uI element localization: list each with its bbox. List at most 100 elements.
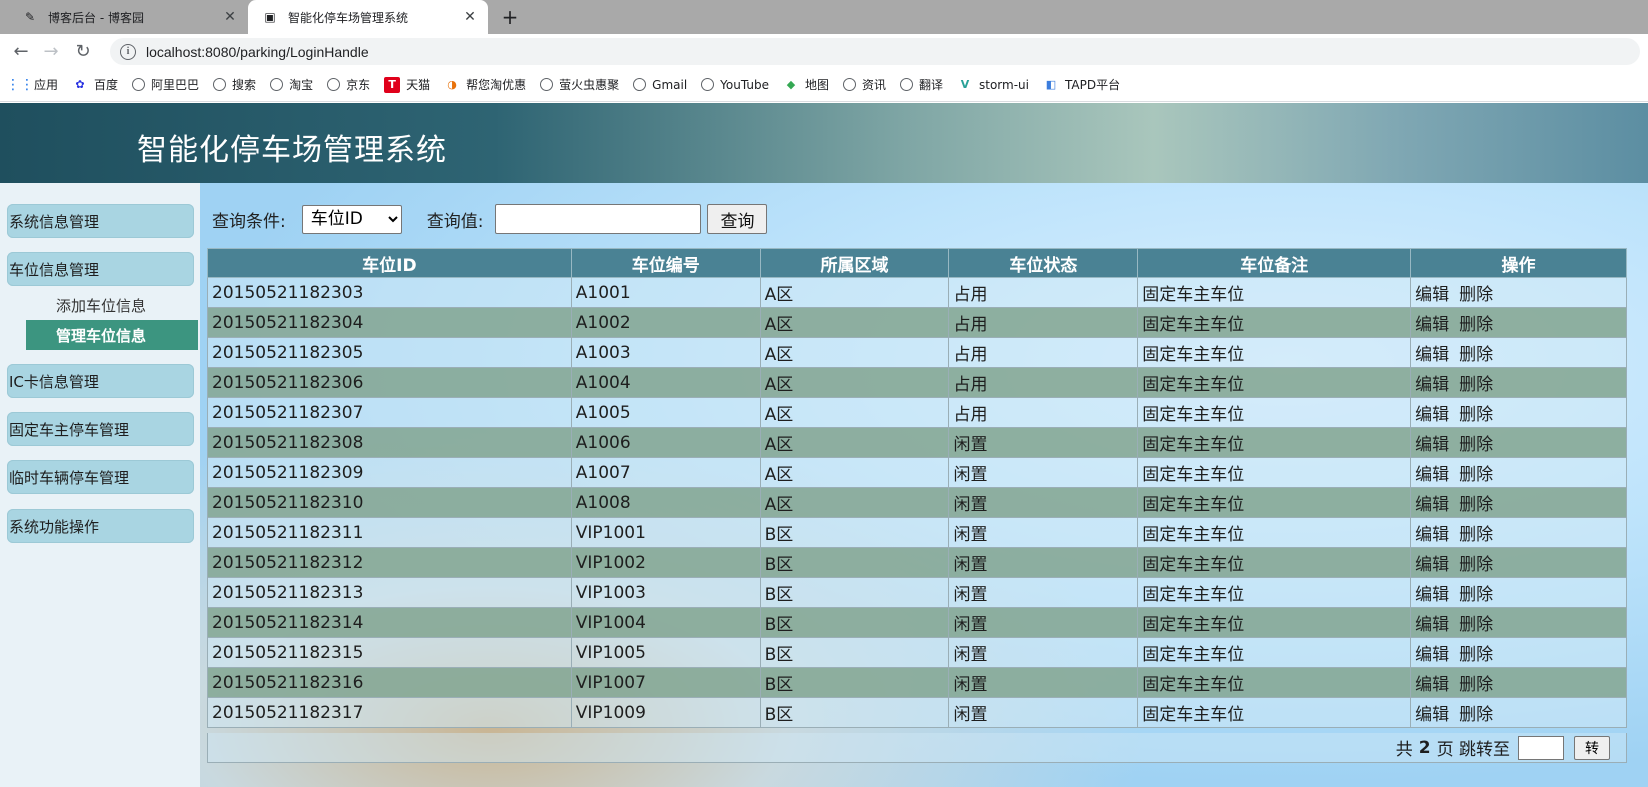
table-cell: VIP1009: [570, 697, 761, 728]
edit-link[interactable]: 编辑: [1415, 705, 1449, 725]
edit-link[interactable]: 编辑: [1415, 555, 1449, 575]
back-arrow-icon[interactable]: ←: [10, 40, 32, 62]
browser-tab-parking[interactable]: ▣ 智能化停车场管理系统 ✕: [248, 0, 488, 34]
bookmark-item[interactable]: Vstorm-ui: [957, 77, 1029, 93]
delete-link[interactable]: 删除: [1459, 675, 1493, 695]
bookmark-item[interactable]: ◧ TAPD平台: [1043, 76, 1120, 93]
info-icon[interactable]: i: [120, 43, 136, 60]
table-cell: 固定车主车位: [1137, 607, 1412, 638]
browser-tab-blog[interactable]: ✎ 博客后台 - 博客园 ✕: [8, 0, 248, 34]
bookmark-item[interactable]: 阿里巴巴: [132, 76, 199, 93]
actions-cell: 编辑 删除: [1410, 697, 1627, 728]
blog-favicon-icon: ✎: [24, 10, 36, 24]
menu-system-functions[interactable]: 系统功能操作: [7, 509, 194, 543]
table-cell: A区: [759, 277, 950, 308]
delete-link[interactable]: 删除: [1459, 495, 1493, 515]
edit-link[interactable]: 编辑: [1415, 495, 1449, 515]
actions-cell: 编辑 删除: [1410, 487, 1627, 518]
forward-arrow-icon[interactable]: →: [40, 40, 62, 62]
bookmark-item[interactable]: ◑ 帮您淘优惠: [444, 76, 526, 93]
search-input[interactable]: [495, 204, 702, 234]
bookmark-item[interactable]: 翻译: [899, 76, 943, 93]
delete-link[interactable]: 删除: [1459, 345, 1493, 365]
table-row: 20150521182312 VIP1002 B区 闲置 固定车主车位 编辑 删除: [207, 547, 1627, 578]
delete-link[interactable]: 删除: [1459, 615, 1493, 635]
delete-link[interactable]: 删除: [1459, 315, 1493, 335]
bookmark-item[interactable]: 资讯: [842, 76, 886, 93]
table-cell: A1002: [570, 307, 761, 338]
condition-select[interactable]: 车位ID: [301, 204, 402, 234]
edit-link[interactable]: 编辑: [1415, 405, 1449, 425]
bookmark-item[interactable]: YouTube: [701, 78, 769, 92]
delete-link[interactable]: 删除: [1459, 525, 1493, 545]
bookmark-item[interactable]: 搜索: [213, 76, 256, 93]
edit-link[interactable]: 编辑: [1415, 675, 1449, 695]
edit-link[interactable]: 编辑: [1415, 435, 1449, 455]
bookmark-item[interactable]: 萤火虫惠聚: [540, 76, 619, 93]
bookmark-item[interactable]: ⋮⋮ 应用: [6, 76, 58, 93]
delete-link[interactable]: 删除: [1459, 375, 1493, 395]
menu-fixed-owner-parking[interactable]: 固定车主停车管理: [7, 412, 194, 446]
table-cell: 20150521182303: [207, 277, 572, 308]
edit-link[interactable]: 编辑: [1415, 645, 1449, 665]
delete-link[interactable]: 删除: [1459, 555, 1493, 575]
tmall-icon: T: [384, 76, 401, 93]
table-cell: VIP1002: [570, 547, 761, 578]
edit-link[interactable]: 编辑: [1415, 525, 1449, 545]
submenu-manage-space[interactable]: 管理车位信息: [26, 320, 198, 350]
menu-system-info[interactable]: 系统信息管理: [7, 204, 194, 238]
close-icon[interactable]: ✕: [222, 9, 238, 25]
edit-link[interactable]: 编辑: [1415, 615, 1449, 635]
delete-link[interactable]: 删除: [1459, 645, 1493, 665]
bookmark-item[interactable]: 京东: [327, 76, 370, 93]
pager-prefix: 共: [1395, 740, 1413, 760]
table-cell: 固定车主车位: [1137, 667, 1412, 698]
reload-icon[interactable]: ↻: [72, 40, 94, 62]
bookmark-item[interactable]: ◆ 地图: [783, 76, 829, 93]
close-icon[interactable]: ✕: [462, 9, 478, 25]
bookmark-item[interactable]: 淘宝: [270, 76, 313, 93]
table-cell: A1004: [570, 367, 761, 398]
go-button[interactable]: 转: [1574, 735, 1610, 760]
table-cell: 固定车主车位: [1137, 577, 1412, 608]
delete-link[interactable]: 删除: [1459, 585, 1493, 605]
table-cell: 20150521182309: [207, 457, 572, 488]
edit-link[interactable]: 编辑: [1415, 315, 1449, 335]
globe-icon: [633, 78, 647, 91]
table-cell: VIP1004: [570, 607, 761, 638]
menu-space-info[interactable]: 车位信息管理: [7, 252, 194, 286]
browser-tab-strip: ✎ 博客后台 - 博客园 ✕ ▣ 智能化停车场管理系统 ✕ +: [0, 0, 1648, 34]
table-cell: 固定车主车位: [1137, 517, 1412, 548]
table-cell: 占用: [948, 367, 1139, 398]
edit-link[interactable]: 编辑: [1415, 375, 1449, 395]
bookmark-item[interactable]: Gmail: [633, 78, 687, 92]
delete-link[interactable]: 删除: [1459, 435, 1493, 455]
menu-ic-card[interactable]: IC卡信息管理: [7, 364, 194, 398]
jump-page-input[interactable]: [1518, 735, 1564, 760]
menu-temp-vehicle-parking[interactable]: 临时车辆停车管理: [7, 460, 194, 494]
url-text[interactable]: localhost:8080/parking/LoginHandle: [146, 44, 369, 60]
delete-link[interactable]: 删除: [1459, 285, 1493, 305]
search-button[interactable]: 查询: [707, 204, 768, 234]
table-cell: A1001: [570, 277, 761, 308]
table-cell: 固定车主车位: [1137, 277, 1412, 308]
edit-link[interactable]: 编辑: [1415, 465, 1449, 485]
bookmark-label: 百度: [94, 78, 119, 92]
actions-cell: 编辑 删除: [1410, 427, 1627, 458]
edit-link[interactable]: 编辑: [1415, 585, 1449, 605]
edit-link[interactable]: 编辑: [1415, 345, 1449, 365]
new-tab-plus-icon[interactable]: +: [498, 5, 522, 29]
table-cell: A1006: [570, 427, 761, 458]
submenu-add-space[interactable]: 添加车位信息: [56, 295, 146, 316]
delete-link[interactable]: 删除: [1459, 465, 1493, 485]
delete-link[interactable]: 删除: [1459, 705, 1493, 725]
column-header: 车位编号: [570, 248, 761, 278]
globe-icon: [327, 78, 341, 91]
bookmark-item[interactable]: ✿ 百度: [72, 76, 118, 93]
bookmark-label: TAPD平台: [1064, 78, 1121, 92]
table-cell: VIP1003: [570, 577, 761, 608]
address-bar[interactable]: i localhost:8080/parking/LoginHandle: [110, 38, 1640, 65]
bookmark-item[interactable]: T 天猫: [384, 76, 430, 93]
edit-link[interactable]: 编辑: [1415, 285, 1449, 305]
delete-link[interactable]: 删除: [1459, 405, 1493, 425]
